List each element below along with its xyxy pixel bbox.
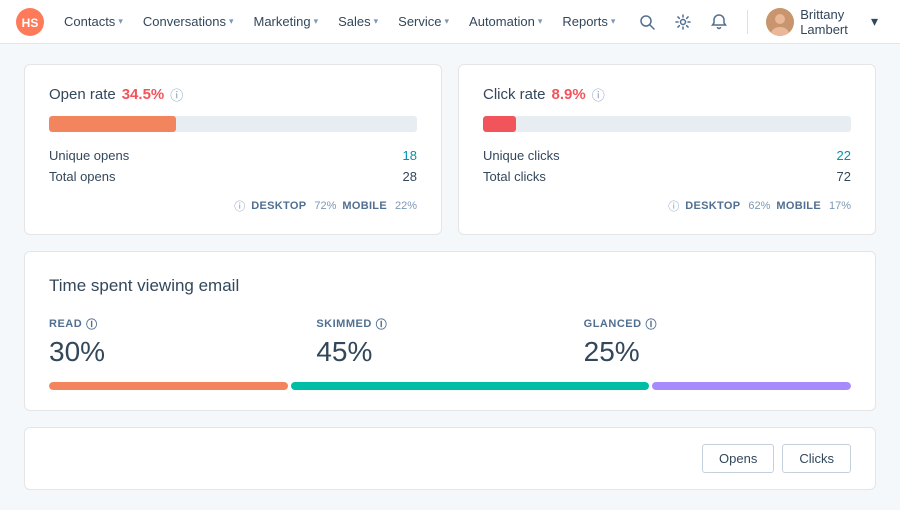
glanced-label: GLANCED ⓘ (584, 316, 851, 332)
open-rate-footer: ⓘ DESKTOP 72% MOBILE 22% (49, 198, 417, 214)
click-rate-progress-fill (483, 116, 516, 132)
click-rate-title: Click rate 8.9% ⓘ (483, 85, 851, 104)
click-desktop-percent: 62% (748, 200, 770, 212)
open-rate-title: Open rate 34.5% ⓘ (49, 85, 417, 104)
user-menu[interactable]: Brittany Lambert ▾ (760, 3, 884, 41)
click-rate-progress-track (483, 116, 851, 132)
skimmed-value: 45% (316, 336, 583, 368)
nav-divider (747, 10, 748, 34)
unique-opens-row: Unique opens 18 (49, 148, 417, 163)
glanced-bar (652, 382, 851, 390)
metrics-cards-row: Open rate 34.5% ⓘ Unique opens 18 Total … (24, 64, 876, 235)
opens-button[interactable]: Opens (702, 444, 774, 473)
avatar (766, 8, 794, 36)
nav-icon-group (631, 6, 735, 38)
skimmed-stat: SKIMMED ⓘ 45% (316, 316, 583, 368)
total-clicks-value: 72 (837, 169, 851, 184)
chevron-icon: ▾ (118, 16, 123, 27)
nav-reports[interactable]: Reports ▾ (554, 8, 623, 35)
open-rate-info-icon[interactable]: ⓘ (170, 85, 183, 104)
svg-text:HS: HS (22, 16, 39, 30)
read-value: 30% (49, 336, 316, 368)
open-rate-card: Open rate 34.5% ⓘ Unique opens 18 Total … (24, 64, 442, 235)
nav-contacts[interactable]: Contacts ▾ (56, 8, 131, 35)
time-spent-card: Time spent viewing email READ ⓘ 30% SKIM… (24, 251, 876, 411)
click-mobile-percent: 17% (829, 200, 851, 212)
settings-button[interactable] (667, 6, 699, 38)
nav-service[interactable]: Service ▾ (390, 8, 457, 35)
glanced-stat: GLANCED ⓘ 25% (584, 316, 851, 368)
skimmed-label: SKIMMED ⓘ (316, 316, 583, 332)
navigation: HS Contacts ▾ Conversations ▾ Marketing … (0, 0, 900, 44)
glanced-value: 25% (584, 336, 851, 368)
read-bar (49, 382, 288, 390)
chevron-icon: ▾ (374, 16, 379, 27)
hubspot-logo[interactable]: HS (16, 8, 44, 36)
chevron-icon: ▾ (445, 16, 450, 27)
chevron-icon: ▾ (611, 16, 616, 27)
time-stats-row: READ ⓘ 30% SKIMMED ⓘ 45% GLANCED ⓘ 25% (49, 316, 851, 368)
skimmed-bar (291, 382, 650, 390)
unique-clicks-value[interactable]: 22 (837, 148, 851, 163)
read-stat: READ ⓘ 30% (49, 316, 316, 368)
nav-conversations[interactable]: Conversations ▾ (135, 8, 242, 35)
clicks-button[interactable]: Clicks (782, 444, 851, 473)
unique-opens-value[interactable]: 18 (403, 148, 417, 163)
nav-marketing[interactable]: Marketing ▾ (245, 8, 326, 35)
total-clicks-row: Total clicks 72 (483, 169, 851, 184)
total-opens-row: Total opens 28 (49, 169, 417, 184)
desktop-percent: 72% (314, 200, 336, 212)
total-opens-value: 28 (403, 169, 417, 184)
click-rate-value: 8.9% (552, 86, 586, 103)
chevron-icon: ▾ (229, 16, 234, 27)
click-rate-card: Click rate 8.9% ⓘ Unique clicks 22 Total… (458, 64, 876, 235)
read-info-icon[interactable]: ⓘ (86, 316, 98, 332)
time-spent-title: Time spent viewing email (49, 276, 851, 296)
bottom-card: Opens Clicks (24, 427, 876, 490)
footer-info-icon: ⓘ (234, 198, 245, 214)
nav-automation[interactable]: Automation ▾ (461, 8, 550, 35)
open-rate-progress-track (49, 116, 417, 132)
main-content: Open rate 34.5% ⓘ Unique opens 18 Total … (0, 44, 900, 510)
open-rate-progress-fill (49, 116, 176, 132)
click-rate-footer: ⓘ DESKTOP 62% MOBILE 17% (483, 198, 851, 214)
user-chevron-icon: ▾ (871, 13, 878, 30)
click-rate-info-icon[interactable]: ⓘ (592, 85, 605, 104)
search-button[interactable] (631, 6, 663, 38)
user-name: Brittany Lambert (800, 7, 865, 37)
notifications-button[interactable] (703, 6, 735, 38)
mobile-percent: 22% (395, 200, 417, 212)
unique-clicks-row: Unique clicks 22 (483, 148, 851, 163)
nav-sales[interactable]: Sales ▾ (330, 8, 386, 35)
skimmed-info-icon[interactable]: ⓘ (376, 316, 388, 332)
open-rate-value: 34.5% (122, 86, 165, 103)
glanced-info-icon[interactable]: ⓘ (646, 316, 658, 332)
time-bar-track (49, 382, 851, 390)
read-label: READ ⓘ (49, 316, 316, 332)
footer-info-icon-click: ⓘ (668, 198, 679, 214)
chevron-icon: ▾ (538, 16, 543, 27)
chevron-icon: ▾ (314, 16, 319, 27)
